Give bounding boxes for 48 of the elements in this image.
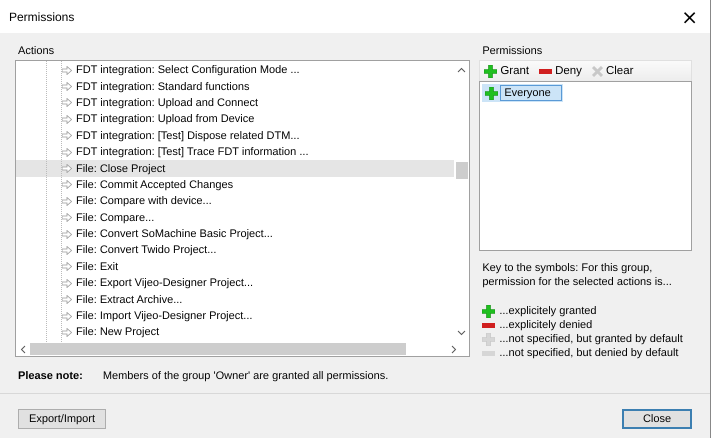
legend-text: ...explicitely denied	[499, 319, 592, 331]
tree-item[interactable]: FDT integration: Upload from Device	[16, 111, 454, 128]
plus-icon	[484, 64, 498, 78]
scrollbar-thumb[interactable]	[30, 343, 406, 355]
tree-item[interactable]: File: Export Vijeo-Designer Project...	[16, 275, 454, 292]
tree-item[interactable]: File: New Project	[16, 324, 454, 341]
scroll-right-icon[interactable]	[451, 344, 458, 354]
dialog-button[interactable]: Close	[622, 409, 692, 429]
tree-item[interactable]: FDT integration: [Test] Dispose related DTM...	[16, 128, 454, 144]
scroll-up-icon[interactable]	[457, 67, 466, 73]
toolbar-button[interactable]: Grant	[482, 64, 532, 78]
tree-item[interactable]: File: Extract Archive...	[16, 291, 454, 308]
tree-item[interactable]: FDT integration: [Test] Trace FDT information ...	[16, 144, 454, 160]
plus-icon	[485, 86, 498, 100]
tree-item[interactable]: File: Convert Twido Project...	[16, 242, 454, 259]
tree-item[interactable]: FDT integration: Select Configuration Mode ...	[16, 62, 454, 78]
note-label: Please note:	[18, 370, 83, 384]
dialog-button[interactable]: Export/Import	[18, 409, 106, 429]
tree-item[interactable]: FDT integration: Standard functions	[16, 78, 454, 95]
tree-item[interactable]: FDT integration: Upload and Connect	[16, 94, 454, 112]
scroll-down-icon[interactable]	[457, 330, 466, 336]
tree-item[interactable]: File: Exit	[16, 258, 454, 276]
legend-text: ...not specified, but denied by default	[499, 347, 678, 359]
tree-item[interactable]: File: Import Vijeo-Designer Project...	[16, 308, 454, 324]
legend-text: ...explicitely granted	[499, 305, 597, 317]
tree-item[interactable]: File: Close Project	[16, 160, 454, 177]
actions-label: Actions	[17, 44, 56, 58]
toolbar-button[interactable]: Deny	[537, 65, 584, 77]
group-item[interactable]: Everyone	[482, 84, 564, 102]
minus-icon	[482, 350, 496, 356]
window-title: Permissions	[9, 10, 74, 24]
permissions-label: Permissions	[481, 44, 544, 58]
toolbar-button[interactable]: Clear	[590, 65, 636, 77]
cross-icon	[592, 66, 603, 76]
tree-item[interactable]: File: Compare...	[16, 210, 454, 226]
legend-text: ...not specified, but granted by default	[499, 333, 683, 345]
tree-item[interactable]: File: Commit Accepted Changes	[16, 176, 454, 194]
scroll-left-icon[interactable]	[20, 344, 26, 354]
close-button[interactable]: ×	[679, 6, 700, 26]
scrollbar-thumb[interactable]	[456, 162, 468, 179]
tree-item[interactable]: File: Convert SoMachine Basic Project...	[16, 226, 454, 242]
key-text: Key to the symbols: For this group, permission for the selected actions is...	[482, 261, 673, 289]
note-text: Members of the group 'Owner' are granted all permissions.	[102, 370, 388, 384]
minus-icon	[482, 322, 496, 328]
minus-icon	[539, 68, 552, 74]
tree-item[interactable]: File: Compare with device...	[16, 193, 454, 210]
plus-icon	[482, 332, 496, 346]
plus-icon	[482, 304, 496, 318]
